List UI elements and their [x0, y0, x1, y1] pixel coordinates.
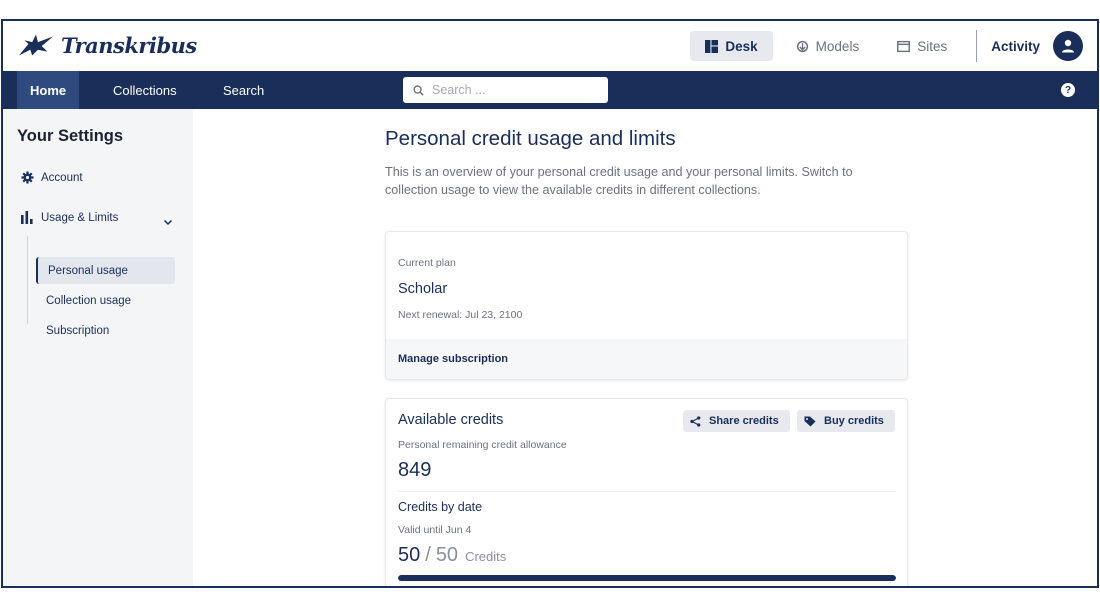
search-icon [413, 84, 424, 96]
top-nav: Desk Models Sites Activity [690, 21, 1097, 71]
help-icon[interactable]: ? [1061, 83, 1075, 97]
main-navbar: Home Collections Search ? [3, 71, 1097, 109]
sidebar-item-personal-usage[interactable]: Personal usage [36, 257, 175, 284]
remaining-credit-value: 849 [398, 459, 432, 481]
sites-icon [897, 40, 911, 52]
nav-collections[interactable]: Collections [113, 71, 177, 109]
nav-search[interactable]: Search [223, 71, 264, 109]
credits-by-date-title: Credits by date [398, 500, 483, 514]
current-plan-label: Current plan [398, 257, 456, 269]
usage-limits-label: Usage & Limits [41, 211, 119, 224]
header-divider [976, 30, 978, 62]
tag-icon [804, 416, 816, 426]
models-icon [796, 40, 808, 52]
plan-card-footer: Manage subscription [386, 339, 907, 379]
user-avatar[interactable] [1053, 31, 1083, 61]
buy-credits-button[interactable]: Buy credits [797, 410, 895, 432]
sidebar-item-collection-usage[interactable]: Collection usage [36, 287, 175, 314]
models-button[interactable]: Models [781, 31, 875, 61]
settings-sidebar: Your Settings Account Usage & Limits Per… [3, 109, 193, 586]
main-content: Personal credit usage and limits This is… [193, 109, 1097, 586]
credits-used: 50 [398, 544, 421, 566]
account-label: Account [41, 171, 83, 184]
bar-chart-icon [21, 211, 33, 224]
card-divider [398, 491, 896, 492]
gear-icon [21, 171, 34, 184]
sites-button[interactable]: Sites [882, 31, 962, 61]
logo-bird-icon [18, 34, 54, 56]
desk-icon [705, 39, 719, 53]
buy-credits-label: Buy credits [824, 415, 884, 427]
models-label: Models [815, 38, 860, 54]
sidebar-title: Your Settings [17, 127, 124, 145]
credits-progress-bar [398, 575, 896, 581]
sidebar-item-usage-limits[interactable]: Usage & Limits [21, 211, 118, 224]
sites-label: Sites [917, 38, 948, 54]
share-credits-button[interactable]: Share credits [683, 410, 790, 432]
credits-total: 50 [435, 544, 459, 566]
search-input[interactable] [432, 83, 592, 97]
logo[interactable]: Transkribus [17, 30, 197, 60]
remaining-credit-label: Personal remaining credit allowance [398, 439, 567, 451]
available-credits-card: Available credits Share credits Buy cred… [385, 398, 908, 586]
credits-slash: / [425, 544, 431, 566]
activity-link[interactable]: Activity [991, 39, 1040, 54]
available-credits-title: Available credits [398, 412, 504, 428]
user-icon [1062, 39, 1074, 53]
credits-ratio: 50 / 50 Credits [398, 544, 506, 567]
valid-until-label: Valid until Jun 4 [398, 524, 472, 536]
submenu-line [27, 236, 28, 324]
sidebar-item-account[interactable]: Account [21, 171, 83, 184]
nav-home[interactable]: Home [17, 71, 80, 109]
app-window: Transkribus Desk Models Sites Activity H… [1, 19, 1099, 588]
desk-button[interactable]: Desk [690, 31, 773, 61]
desk-label: Desk [725, 38, 758, 54]
search-box[interactable] [403, 77, 608, 103]
credits-progress-fill [398, 575, 896, 581]
manage-subscription-link[interactable]: Manage subscription [398, 353, 508, 365]
share-credits-label: Share credits [709, 415, 779, 427]
share-icon [690, 415, 701, 427]
sidebar-item-subscription[interactable]: Subscription [36, 317, 175, 344]
logo-text: Transkribus [61, 32, 197, 58]
intro-text: This is an overview of your personal cre… [385, 165, 853, 197]
page-title: Personal credit usage and limits [385, 127, 676, 150]
plan-name: Scholar [398, 281, 448, 297]
credits-unit: Credits [465, 549, 507, 564]
renewal-date: Next renewal: Jul 23, 2100 [398, 309, 523, 321]
top-header: Transkribus Desk Models Sites Activity [3, 21, 1097, 71]
chevron-down-icon[interactable] [163, 217, 173, 227]
current-plan-card: Current plan Scholar Next renewal: Jul 2… [385, 231, 908, 380]
